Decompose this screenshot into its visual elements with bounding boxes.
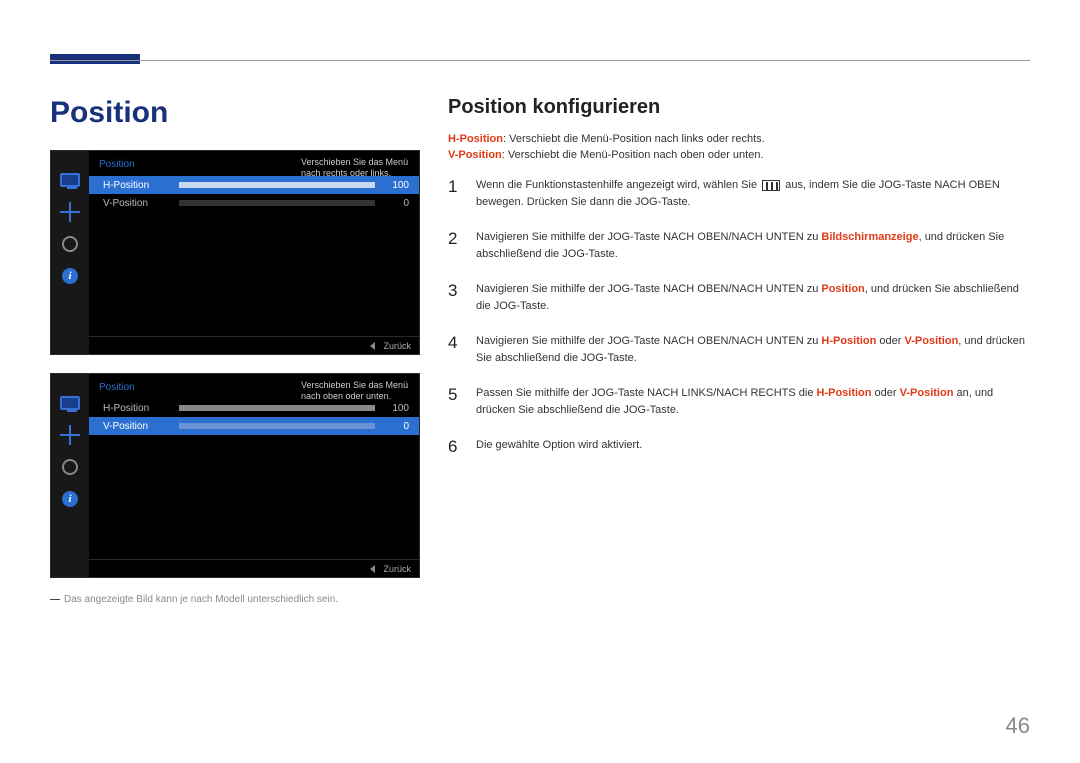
- left-column: Position i Position H-Position 100 V-Pos…: [50, 96, 420, 605]
- disclaimer-note: ―Das angezeigte Bild kann je nach Modell…: [50, 594, 420, 605]
- osd-row-bar: [179, 182, 375, 188]
- step-number: 6: [448, 437, 462, 457]
- step-text: Navigieren Sie mithilfe der JOG-Taste NA…: [476, 229, 1028, 263]
- step-text: Passen Sie mithilfe der JOG-Taste NACH L…: [476, 385, 1028, 419]
- osd-sidebar: i: [51, 374, 89, 577]
- step-number: 1: [448, 177, 462, 211]
- osd-screenshot-vposition: i Position H-Position 100 V-Position 0 V…: [50, 373, 420, 578]
- osd-hint-text: Verschieben Sie das Menü nach rechts ode…: [301, 157, 413, 179]
- step-5: 5 Passen Sie mithilfe der JOG-Taste NACH…: [448, 385, 1028, 419]
- desc-h-text: : Verschiebt die Menü-Position nach link…: [503, 133, 765, 145]
- sub-title: Position konfigurieren: [448, 96, 1028, 119]
- osd-back-label: Zurück: [383, 341, 411, 351]
- osd-row-value: 0: [381, 421, 409, 432]
- back-arrow-icon: [370, 565, 375, 573]
- step-text: Navigieren Sie mithilfe der JOG-Taste NA…: [476, 333, 1028, 367]
- monitor-icon: [59, 394, 81, 412]
- arrows-icon: [59, 203, 81, 221]
- desc-hposition: H-Position: Verschiebt die Menü-Position…: [448, 133, 1028, 145]
- step-4: 4 Navigieren Sie mithilfe der JOG-Taste …: [448, 333, 1028, 367]
- back-arrow-icon: [370, 342, 375, 350]
- osd-sidebar: i: [51, 151, 89, 354]
- osd-row-bar: [179, 405, 375, 411]
- steps-list: 1 Wenn die Funktionstastenhilfe angezeig…: [448, 177, 1028, 458]
- osd-row-hposition: H-Position 100: [89, 176, 419, 194]
- arrows-icon: [59, 426, 81, 444]
- monitor-icon: [59, 171, 81, 189]
- disclaimer-text: Das angezeigte Bild kann je nach Modell …: [64, 594, 338, 605]
- menu-icon: [762, 180, 780, 191]
- osd-body: Position H-Position 100 V-Position 0 Ver…: [89, 374, 419, 577]
- step-1: 1 Wenn die Funktionstastenhilfe angezeig…: [448, 177, 1028, 211]
- osd-body: Position H-Position 100 V-Position 0 Ver…: [89, 151, 419, 354]
- gear-icon: [59, 458, 81, 476]
- osd-row-vposition: V-Position 0: [89, 194, 419, 212]
- step-number: 4: [448, 333, 462, 367]
- osd-row-label: V-Position: [103, 198, 173, 209]
- osd-row-bar: [179, 423, 375, 429]
- page-number: 46: [1006, 713, 1030, 739]
- desc-vposition: V-Position: Verschiebt die Menü-Position…: [448, 149, 1028, 161]
- header-accent: [50, 54, 140, 64]
- osd-back-label: Zurück: [383, 564, 411, 574]
- step-2: 2 Navigieren Sie mithilfe der JOG-Taste …: [448, 229, 1028, 263]
- osd-screenshot-hposition: i Position H-Position 100 V-Position 0 V…: [50, 150, 420, 355]
- osd-footer: Zurück: [89, 336, 419, 354]
- osd-row-bar: [179, 200, 375, 206]
- osd-row-label: H-Position: [103, 403, 173, 414]
- step-number: 2: [448, 229, 462, 263]
- osd-hint-text: Verschieben Sie das Menü nach oben oder …: [301, 380, 413, 402]
- section-title: Position: [50, 96, 420, 130]
- step-6: 6 Die gewählte Option wird aktiviert.: [448, 437, 1028, 457]
- desc-v-text: : Verschiebt die Menü-Position nach oben…: [502, 149, 764, 161]
- desc-h-label: H-Position: [448, 133, 503, 145]
- osd-row-label: H-Position: [103, 180, 173, 191]
- info-icon: i: [59, 490, 81, 508]
- header-rule: [50, 60, 1030, 61]
- osd-row-value: 100: [381, 403, 409, 414]
- osd-row-label: V-Position: [103, 421, 173, 432]
- right-column: Position konfigurieren H-Position: Versc…: [448, 96, 1028, 476]
- osd-footer: Zurück: [89, 559, 419, 577]
- osd-row-vposition: V-Position 0: [89, 417, 419, 435]
- step-text: Navigieren Sie mithilfe der JOG-Taste NA…: [476, 281, 1028, 315]
- osd-row-value: 100: [381, 180, 409, 191]
- step-text: Wenn die Funktionstastenhilfe angezeigt …: [476, 177, 1028, 211]
- osd-row-value: 0: [381, 198, 409, 209]
- step-number: 5: [448, 385, 462, 419]
- step-text: Die gewählte Option wird aktiviert.: [476, 437, 642, 457]
- desc-v-label: V-Position: [448, 149, 502, 161]
- gear-icon: [59, 235, 81, 253]
- step-3: 3 Navigieren Sie mithilfe der JOG-Taste …: [448, 281, 1028, 315]
- osd-row-hposition: H-Position 100: [89, 399, 419, 417]
- info-icon: i: [59, 267, 81, 285]
- step-number: 3: [448, 281, 462, 315]
